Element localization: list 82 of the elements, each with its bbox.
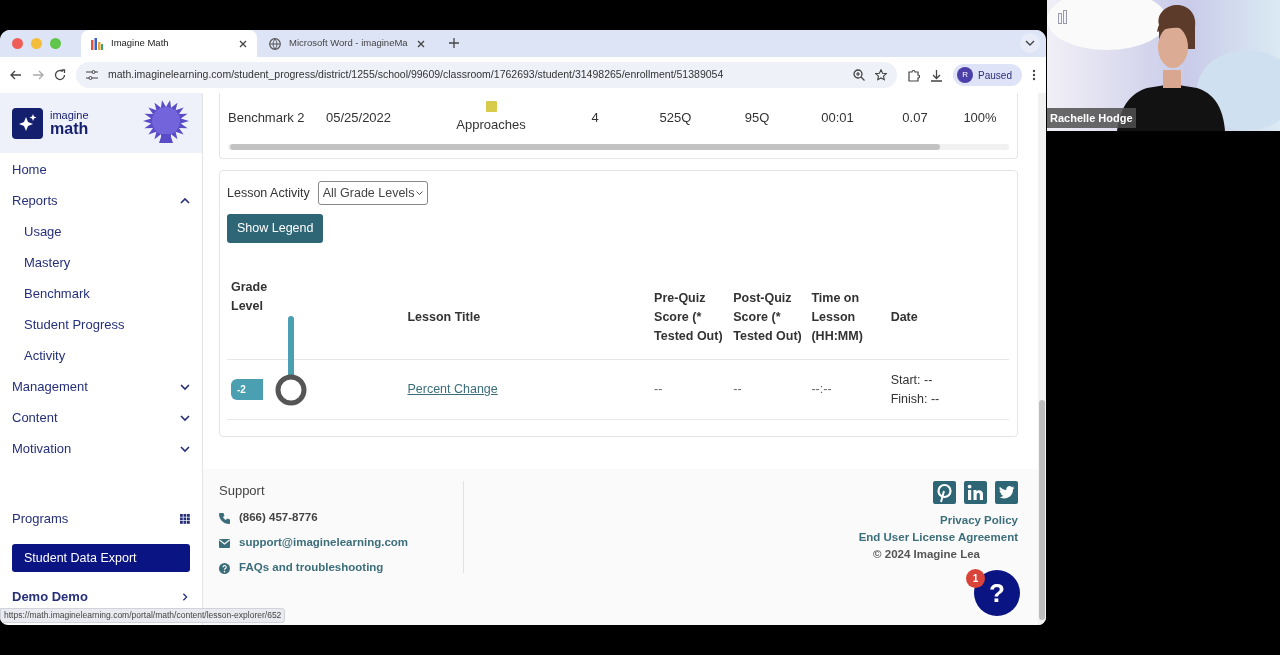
new-tab-icon[interactable] [449,38,459,48]
extensions-icon[interactable] [907,68,921,82]
table-cell: --:-- [811,382,832,396]
nav-link[interactable]: Student Progress [0,309,202,340]
section-label: Programs [12,509,69,528]
export-button[interactable]: Student Data Export [12,544,190,572]
back-icon[interactable] [10,69,22,81]
column-header: Pre-Quiz Score (* Tested Out) [654,289,724,345]
user-name: Demo Demo [12,587,88,606]
tab-list-icon[interactable] [1020,33,1040,53]
twitter-icon[interactable] [995,481,1018,504]
table-cell: 95Q [744,110,770,126]
nav-link[interactable]: Home [0,154,202,185]
copyright-text: © 2024 Imagine Lea [873,547,980,562]
table-cell: -- [733,382,742,396]
more-menu-icon[interactable] [1032,69,1036,81]
browser-tab[interactable]: Microsoft Word - imagineMa [259,30,435,57]
link-preview: https://math.imaginelearning.com/portal/math/content/lesson-explorer/652 [0,608,286,623]
logo-text: imagine [50,109,89,121]
nav-link[interactable]: Mastery [0,247,202,278]
support-link[interactable]: FAQs and troubleshooting [219,555,463,581]
column-header: Lesson Title [407,308,482,326]
pinterest-icon[interactable] [933,481,956,504]
reload-icon[interactable] [54,69,66,81]
footer-link[interactable]: Privacy Policy [940,512,1018,529]
audio-level-icon [1058,10,1068,24]
window-close-button[interactable] [12,38,23,49]
mail-icon [219,538,230,548]
nav-link[interactable]: Usage [0,216,202,247]
support-link[interactable]: support@imaginelearning.com [219,530,463,556]
close-icon[interactable] [239,39,247,48]
table-cell-text: Approaches [456,116,526,135]
grade-badge: -2 [231,379,263,400]
nav-link[interactable]: Content [0,402,202,433]
phone-number: (866) 457-8776 [219,505,463,531]
chevron-right-icon[interactable] [180,592,190,601]
nav-link[interactable]: Reports [0,185,202,216]
grade-level-dropdown[interactable]: All Grade Levels [317,181,429,205]
column-header: Post-Quiz Score (* Tested Out) [733,289,803,345]
footer-link[interactable]: End User License Agreement [858,529,1018,546]
table-cell: 00:01 [821,110,854,126]
column-header: Time on Lesson (HH:MM) [811,289,864,345]
grid-icon[interactable] [180,513,190,524]
table-cell-text: Start: -- [890,371,934,389]
download-icon[interactable] [930,68,944,82]
star-icon[interactable] [875,69,888,81]
table-cell: 0.07 [902,110,928,126]
site-settings-icon [86,69,98,81]
globe-icon [269,37,281,50]
browser-tab[interactable]: Imagine Math [81,30,257,57]
footer-heading: Support [219,482,266,500]
lesson-link[interactable]: Percent Change [407,382,498,396]
nav-link[interactable]: Activity [0,340,202,371]
table-cell: 525Q [659,110,692,126]
app-favicon-icon [91,37,103,50]
nav-link[interactable]: Benchmark [0,278,202,309]
phone-icon [219,512,230,524]
help-circle-icon [219,562,230,574]
zoom-icon[interactable] [853,69,866,81]
caret-icon [416,190,424,196]
nav-link[interactable]: Management [0,371,202,402]
participant-name: Rachelle Hodge [1047,107,1136,128]
table-cell-text: Finish: -- [890,390,941,408]
field-label: Lesson Activity [227,184,310,202]
table-cell: -- [654,382,663,396]
close-icon[interactable] [417,39,425,48]
show-legend-button[interactable]: Show Legend [227,214,324,243]
profile-button[interactable]: R Paused [953,64,1022,86]
table-cell: 05/25/2022 [326,110,392,126]
sparkle-logo-icon [17,113,38,133]
linkedin-icon[interactable] [964,481,987,504]
address-bar[interactable]: math.imaginelearning.com/student_progress/district/1255/school/99609/classroom/1762693/student/31498265/enrollment/51389054 [76,62,898,88]
scrollbar-thumb[interactable] [1039,400,1045,620]
table-cell: 100% [963,110,997,126]
column-header: Grade Level [231,279,269,315]
nav-link[interactable]: Motivation [0,433,202,464]
table-cell: Benchmark 2 [228,110,305,126]
column-header: Date [890,308,919,326]
logo-text: math [50,120,89,137]
url-text: math.imaginelearning.com/student_progress/district/1255/school/99609/classroom/1762693/student/31498265/enrollment/51389054 [108,67,725,83]
scrollbar-thumb[interactable] [230,144,940,150]
table-cell: 4 [591,110,599,126]
